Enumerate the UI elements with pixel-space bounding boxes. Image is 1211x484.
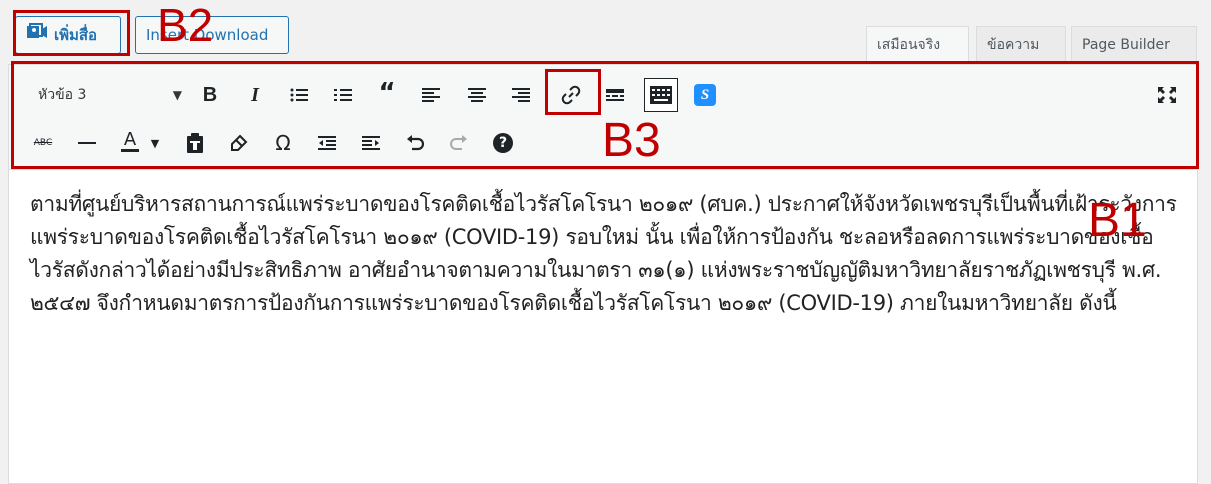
editor-content[interactable]: ตามที่ศูนย์บริหารสถานการณ์แพร่ระบาดของโร… bbox=[30, 188, 1190, 320]
annotation-box-b3 bbox=[545, 69, 601, 115]
annotation-label-b2: B2 bbox=[157, 0, 214, 51]
annotation-label-b3: B3 bbox=[602, 114, 661, 167]
annotation-label-b1: B1 bbox=[1088, 194, 1147, 247]
tab-text[interactable]: ข้อความ bbox=[976, 26, 1066, 64]
annotation-box-b2 bbox=[13, 10, 130, 56]
tab-page-builder[interactable]: Page Builder bbox=[1071, 26, 1197, 64]
tab-visual[interactable]: เสมือนจริง bbox=[866, 26, 969, 64]
